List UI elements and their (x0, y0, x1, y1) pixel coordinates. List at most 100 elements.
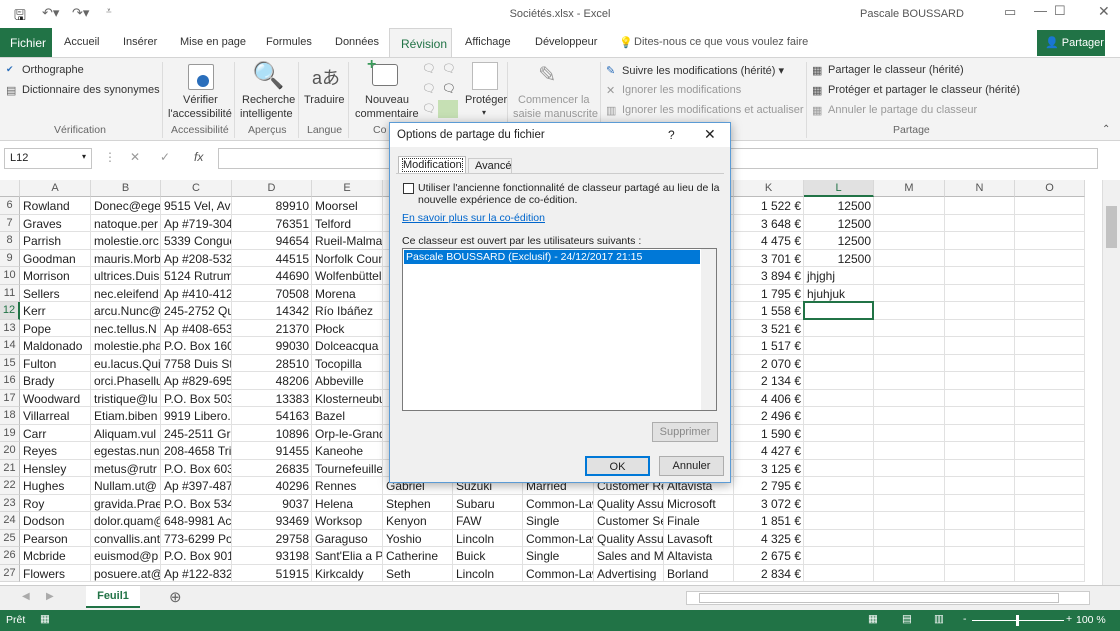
cell-C15[interactable]: 7758 Duis St. (161, 354, 232, 372)
cell-B11[interactable]: nec.eleifend (91, 284, 161, 302)
cell-N19[interactable] (945, 424, 1015, 442)
cell-J23[interactable]: Microsoft (664, 494, 734, 512)
cell-A6[interactable]: Rowland (20, 197, 91, 215)
column-header-O[interactable]: O (1015, 180, 1085, 197)
enter-icon[interactable]: ✓ (160, 150, 170, 164)
cell-O8[interactable] (1015, 232, 1085, 250)
cell-H27[interactable]: Common-Law (523, 564, 594, 582)
cell-K16[interactable]: 2 134 € (734, 372, 804, 390)
cell-D14[interactable]: 99030 (232, 337, 312, 355)
cell-M11[interactable] (874, 284, 945, 302)
cell-C20[interactable]: 208-4658 Tris (161, 442, 232, 460)
users-list[interactable]: Pascale BOUSSARD (Exclusif) - 24/12/2017… (402, 248, 717, 411)
cell-M24[interactable] (874, 512, 945, 530)
cell-D16[interactable]: 48206 (232, 372, 312, 390)
cell-C25[interactable]: 773-6299 Pos (161, 529, 232, 547)
cell-M21[interactable] (874, 459, 945, 477)
column-header-D[interactable]: D (232, 180, 312, 197)
cell-L25[interactable] (804, 529, 874, 547)
cell-D27[interactable]: 51915 (232, 564, 312, 582)
cell-L24[interactable] (804, 512, 874, 530)
cell-L26[interactable] (804, 547, 874, 565)
row-header[interactable]: 19 (0, 424, 20, 442)
cell-D9[interactable]: 44515 (232, 249, 312, 267)
cell-L13[interactable] (804, 319, 874, 337)
cell-O11[interactable] (1015, 284, 1085, 302)
cell-O26[interactable] (1015, 547, 1085, 565)
cell-D11[interactable]: 70508 (232, 284, 312, 302)
cell-O21[interactable] (1015, 459, 1085, 477)
remove-button[interactable]: Supprimer (652, 422, 718, 442)
cell-M15[interactable] (874, 354, 945, 372)
cell-L15[interactable] (804, 354, 874, 372)
row-header[interactable]: 24 (0, 512, 20, 530)
cell-A16[interactable]: Brady (20, 372, 91, 390)
collapse-ribbon-icon[interactable]: ⌃ (1102, 124, 1110, 135)
row-header[interactable]: 12 (0, 302, 20, 320)
cell-H25[interactable]: Common-Law (523, 529, 594, 547)
cell-N27[interactable] (945, 564, 1015, 582)
cell-B16[interactable]: orci.Phasellu (91, 372, 161, 390)
cell-N20[interactable] (945, 442, 1015, 460)
cell-O22[interactable] (1015, 477, 1085, 495)
cell-O19[interactable] (1015, 424, 1085, 442)
cell-G23[interactable]: Subaru (453, 494, 523, 512)
cell-K7[interactable]: 3 648 € (734, 214, 804, 232)
cell-K15[interactable]: 2 070 € (734, 354, 804, 372)
cell-C21[interactable]: P.O. Box 603 (161, 459, 232, 477)
cell-E22[interactable]: Rennes (312, 477, 383, 495)
row-header[interactable]: 17 (0, 389, 20, 407)
cell-G25[interactable]: Lincoln (453, 529, 523, 547)
cell-O13[interactable] (1015, 319, 1085, 337)
cell-B23[interactable]: gravida.Prae (91, 494, 161, 512)
prev-sheet-icon[interactable]: ◀ (22, 591, 30, 602)
cell-K21[interactable]: 3 125 € (734, 459, 804, 477)
cell-O23[interactable] (1015, 494, 1085, 512)
cell-K13[interactable]: 3 521 € (734, 319, 804, 337)
cell-E6[interactable]: Moorsel (312, 197, 383, 215)
cell-B10[interactable]: ultrices.Duis (91, 267, 161, 285)
cell-N21[interactable] (945, 459, 1015, 477)
cell-C10[interactable]: 5124 Rutrum (161, 267, 232, 285)
tab-modification[interactable]: Modification (398, 156, 466, 174)
cell-H23[interactable]: Common-Law (523, 494, 594, 512)
cell-K12[interactable]: 1 558 € (734, 302, 804, 320)
cell-K23[interactable]: 3 072 € (734, 494, 804, 512)
partager-classeur-button[interactable]: Partager le classeur (hérité) (828, 64, 964, 76)
tab-developpeur[interactable]: Développeur (535, 36, 597, 48)
cell-K25[interactable]: 4 325 € (734, 529, 804, 547)
zoom-out-icon[interactable]: - (963, 613, 967, 625)
cancel-icon[interactable]: ✕ (130, 150, 140, 164)
cell-C14[interactable]: P.O. Box 160 (161, 337, 232, 355)
cell-A25[interactable]: Pearson (20, 529, 91, 547)
cell-B8[interactable]: molestie.orc (91, 232, 161, 250)
cell-D7[interactable]: 76351 (232, 214, 312, 232)
cell-L20[interactable] (804, 442, 874, 460)
cell-C8[interactable]: 5339 Congue (161, 232, 232, 250)
cell-L19[interactable] (804, 424, 874, 442)
tell-me-input[interactable]: Dites-nous ce que vous voulez faire (634, 36, 808, 48)
cell-L22[interactable] (804, 477, 874, 495)
tab-affichage[interactable]: Affichage (465, 36, 511, 48)
cell-A23[interactable]: Roy (20, 494, 91, 512)
cell-B26[interactable]: euismod@p (91, 547, 161, 565)
cell-C26[interactable]: P.O. Box 901 (161, 547, 232, 565)
cell-M25[interactable] (874, 529, 945, 547)
cell-F25[interactable]: Yoshio (383, 529, 453, 547)
tab-formules[interactable]: Formules (266, 36, 312, 48)
cell-A27[interactable]: Flowers (20, 564, 91, 582)
cell-A18[interactable]: Villarreal (20, 407, 91, 425)
row-header[interactable]: 15 (0, 354, 20, 372)
user-name[interactable]: Pascale BOUSSARD (860, 8, 964, 20)
cell-C17[interactable]: P.O. Box 503 (161, 389, 232, 407)
cell-D20[interactable]: 91455 (232, 442, 312, 460)
cell-G24[interactable]: FAW (453, 512, 523, 530)
cell-L6[interactable]: 12500 (804, 197, 874, 215)
cell-A20[interactable]: Reyes (20, 442, 91, 460)
cell-C24[interactable]: 648-9981 Acc (161, 512, 232, 530)
column-header-L[interactable]: L (804, 180, 874, 197)
cell-C9[interactable]: Ap #208-5325 (161, 249, 232, 267)
cell-K14[interactable]: 1 517 € (734, 337, 804, 355)
row-header[interactable]: 27 (0, 564, 20, 582)
cell-E20[interactable]: Kaneohe (312, 442, 383, 460)
